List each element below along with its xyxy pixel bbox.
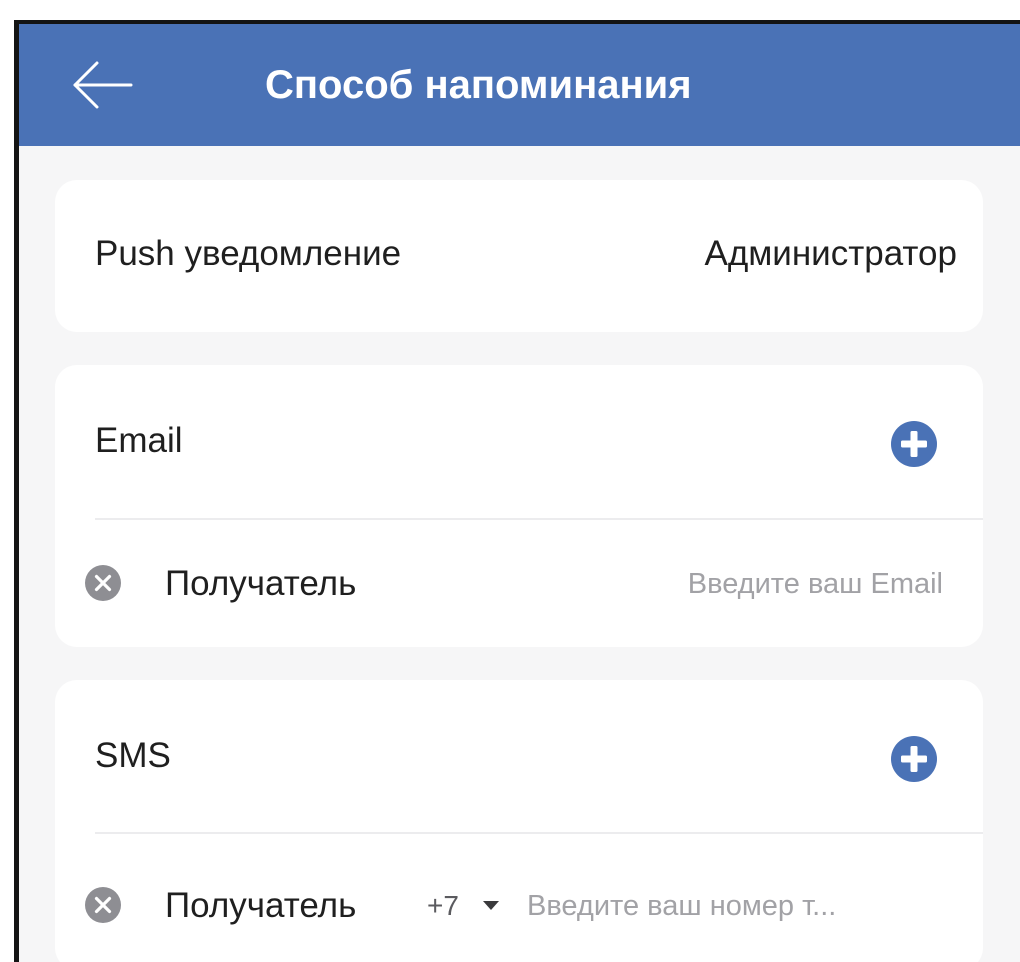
remove-sms-recipient-button[interactable] bbox=[85, 887, 121, 923]
sms-card: SMS Получатель +7 bbox=[55, 680, 983, 962]
add-sms-button[interactable] bbox=[891, 736, 937, 782]
close-circle-icon bbox=[85, 565, 121, 601]
app-frame: Способ напоминания Push уведомление Адми… bbox=[0, 0, 1020, 962]
app-screen: Способ напоминания Push уведомление Адми… bbox=[19, 24, 1020, 962]
email-input[interactable] bbox=[475, 565, 943, 603]
email-label: Email bbox=[95, 421, 183, 460]
close-circle-icon bbox=[85, 887, 121, 923]
add-email-button[interactable] bbox=[891, 421, 937, 467]
back-button[interactable] bbox=[71, 60, 135, 110]
nav-header: Способ напоминания bbox=[19, 24, 1020, 146]
email-recipient-label: Получатель bbox=[165, 564, 357, 603]
email-divider bbox=[95, 518, 983, 520]
sms-divider bbox=[95, 832, 983, 834]
country-code-selector[interactable]: +7 bbox=[427, 890, 459, 922]
arrow-left-icon bbox=[73, 61, 133, 109]
sms-recipient-label: Получатель bbox=[165, 886, 357, 925]
email-card: Email Получатель bbox=[55, 365, 983, 647]
page-title: Способ напоминания bbox=[265, 63, 692, 107]
phone-input[interactable] bbox=[527, 887, 937, 925]
remove-email-recipient-button[interactable] bbox=[85, 565, 121, 601]
push-notification-card[interactable]: Push уведомление Администратор bbox=[55, 180, 983, 332]
plus-circle-icon bbox=[891, 736, 937, 782]
push-label: Push уведомление bbox=[95, 234, 402, 273]
plus-circle-icon bbox=[891, 421, 937, 467]
chevron-down-icon[interactable] bbox=[483, 901, 499, 910]
outer-margin bbox=[0, 0, 1020, 20]
sms-label: SMS bbox=[95, 736, 171, 775]
country-code-value: +7 bbox=[427, 890, 459, 921]
push-recipient-value: Администратор bbox=[704, 234, 957, 273]
